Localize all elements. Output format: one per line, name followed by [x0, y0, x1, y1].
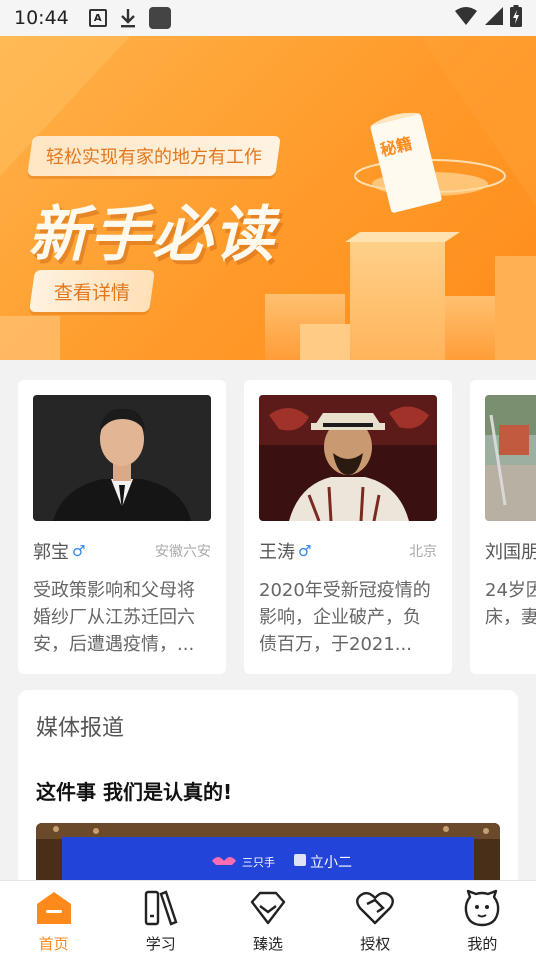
story-photo: [33, 395, 211, 521]
heart-handshake-icon: [355, 889, 395, 927]
banner-title: 新手必读: [28, 200, 276, 270]
story-photo: [259, 395, 437, 521]
tab-study[interactable]: 学习: [107, 881, 214, 954]
stories-carousel[interactable]: 郭宝 ♂ 安徽六安 受政策影响和父母将婚纱厂从江苏迁回六安，后遭遇疫情，...: [18, 380, 536, 676]
tab-label: 学习: [145, 935, 176, 953]
banner-tagline: 轻松实现有家的地方有工作: [27, 136, 281, 176]
male-icon: ♂: [298, 542, 312, 560]
promo-banner[interactable]: 秘籍 轻松实现有家的地方有工作 新手必读 查看详情: [0, 36, 536, 360]
story-location: 北京: [409, 544, 437, 560]
battery-icon: [510, 5, 522, 31]
story-name: 王涛: [259, 542, 295, 563]
story-card[interactable]: 王涛 ♂ 北京 2020年受新冠疫情的影响，企业破产，负债百万，于2021...: [244, 380, 452, 674]
face-icon: [462, 889, 502, 927]
bottom-tab-bar: 首页 学习 臻选 授权 我的: [0, 880, 536, 954]
story-card[interactable]: 刘国朋 24岁因车祸瘫痪后卧床，妻子离婚: [470, 380, 536, 674]
story-description: 受政策影响和父母将婚纱厂从江苏迁回六安，后遭遇疫情，...: [33, 580, 195, 655]
tab-label: 首页: [38, 935, 69, 953]
story-description: 2020年受新冠疫情的影响，企业破产，负债百万，于2021...: [259, 580, 431, 655]
story-name: 郭宝: [33, 542, 69, 563]
tab-label: 臻选: [253, 935, 284, 953]
media-screen-text: 立小二: [310, 855, 352, 871]
tab-select[interactable]: 臻选: [214, 881, 321, 954]
view-details-button[interactable]: 查看详情: [29, 270, 155, 312]
diamond-icon: [248, 889, 288, 927]
media-screen-brand: 三只手: [242, 856, 275, 869]
male-icon: ♂: [72, 542, 86, 560]
tab-label: 授权: [360, 935, 391, 953]
story-photo: [485, 395, 536, 521]
tab-home[interactable]: 首页: [0, 881, 107, 954]
status-bar: 10:44 A: [0, 0, 536, 36]
media-headline[interactable]: 这件事 我们是认真的!: [36, 776, 500, 805]
media-section-title: 媒体报道: [36, 716, 125, 741]
story-card[interactable]: 郭宝 ♂ 安徽六安 受政策影响和父母将婚纱厂从江苏迁回六安，后遭遇疫情，...: [18, 380, 226, 674]
a-icon: A: [88, 9, 107, 27]
story-description: 24岁因车祸瘫痪后卧床，妻子离婚: [485, 580, 536, 628]
tab-license[interactable]: 授权: [322, 881, 429, 954]
tab-label: 我的: [467, 935, 498, 953]
tab-mine[interactable]: 我的: [429, 881, 536, 954]
app-square-icon: [148, 7, 171, 29]
home-icon: [34, 889, 74, 927]
wifi-icon: [454, 6, 478, 30]
signal-icon: [484, 6, 504, 30]
status-time: 10:44: [14, 7, 69, 29]
story-name: 刘国朋: [485, 542, 536, 563]
books-icon: [141, 889, 181, 927]
story-location: 安徽六安: [155, 544, 211, 560]
download-icon: [119, 8, 137, 28]
